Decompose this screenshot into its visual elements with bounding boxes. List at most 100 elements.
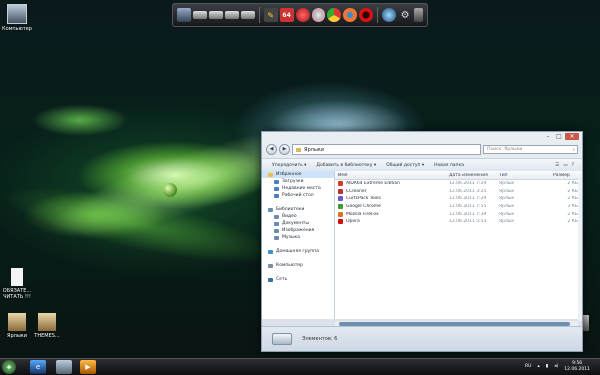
minimize-button[interactable]: – — [543, 133, 553, 140]
nav-item-icon — [274, 235, 279, 240]
monitor-icon[interactable] — [177, 8, 191, 22]
computer-desktop-icon[interactable]: Компьютер — [0, 4, 34, 32]
cd-icon[interactable] — [311, 8, 326, 22]
add-to-library-button[interactable]: Добавить в библиотеку ▾ — [316, 163, 376, 168]
table-row[interactable]: CCleaner 12.06.2011 3:25 Ярлык 2 КБ — [335, 188, 582, 196]
media-player-icon[interactable]: ▶ — [80, 360, 96, 374]
themes-desktop-icon[interactable]: THEMES... — [30, 313, 64, 339]
new-folder-button[interactable]: Новая папка — [434, 163, 464, 168]
nav-item[interactable]: Домашняя группа — [262, 248, 334, 255]
opera-icon[interactable] — [359, 8, 374, 22]
language-indicator[interactable]: RU — [525, 364, 531, 369]
nav-item-icon — [268, 207, 273, 212]
file-type: Ярлык — [499, 219, 515, 225]
nav-item[interactable]: Загрузки — [262, 178, 334, 185]
chrome-icon[interactable] — [327, 8, 342, 22]
tray-arrow-icon[interactable]: ▴ — [537, 364, 539, 369]
folder-icon — [8, 313, 26, 331]
ie-icon[interactable]: e — [30, 360, 46, 374]
file-date: 12.06.2011 7:29 — [449, 196, 487, 202]
maximize-button[interactable]: □ — [554, 133, 564, 140]
column-type[interactable]: Тип — [496, 173, 550, 178]
file-name-cell: Opera — [335, 219, 446, 225]
preview-pane-icon[interactable]: ▭ — [563, 163, 567, 168]
table-row[interactable]: Google Chrome 12.06.2011 7:55 Ярлык 3 КБ — [335, 203, 582, 211]
search-input[interactable]: Поиск: Ярлыки ⌕ — [483, 145, 578, 154]
nav-item[interactable]: Видео — [262, 213, 334, 220]
drive-icon[interactable] — [224, 11, 239, 19]
vertical-scrollbar[interactable] — [578, 179, 582, 321]
forward-button[interactable]: ▶ — [279, 144, 290, 155]
nav-item[interactable]: Музыка — [262, 234, 334, 241]
nav-item[interactable]: Рабочий стол — [262, 192, 334, 199]
clock[interactable]: 9:56 12.06.2011 — [564, 361, 590, 372]
start-button[interactable]: ✦ — [2, 360, 16, 374]
address-row: ◀ ▶ Ярлыки Поиск: Ярлыки ⌕ — [266, 144, 578, 155]
explorer-icon[interactable] — [56, 360, 72, 374]
drive-icon[interactable] — [240, 11, 255, 19]
nav-item[interactable]: Избранное — [262, 171, 334, 178]
column-date[interactable]: Дата изменения — [446, 173, 496, 178]
shortcuts-folder-icon — [272, 333, 292, 345]
nav-item-icon — [268, 277, 273, 282]
nav-item-icon — [274, 179, 279, 184]
desktop-icon-label: THEMES... — [34, 333, 60, 339]
settings-icon[interactable]: ⚙ — [398, 8, 412, 22]
top-dock: ✎ 64 ⚙ — [172, 3, 428, 27]
firefox-icon[interactable] — [343, 8, 358, 22]
table-row[interactable]: CurtsPack Tools 12.06.2011 7:29 Ярлык 2 КБ — [335, 195, 582, 203]
file-type: Ярлык — [499, 211, 515, 217]
table-row[interactable]: Mozilla FireFox 12.06.2011 7:39 Ярлык 2 КБ — [335, 210, 582, 218]
readme-desktop-icon[interactable]: ОБЯЗАТЕ... ЧИТАТЬ !!! — [0, 268, 34, 300]
nav-item[interactable]: Документы — [262, 220, 334, 227]
shortcut-icon — [338, 196, 343, 202]
tools-icon[interactable]: ✎ — [263, 8, 278, 22]
drive-icon[interactable] — [192, 11, 207, 19]
trash-icon[interactable] — [414, 8, 424, 22]
nav-item-label: Видео — [282, 214, 297, 219]
help-icon[interactable]: ? — [572, 163, 574, 168]
shortcut-icon — [338, 181, 343, 187]
nav-item-icon — [274, 193, 279, 198]
shortcuts-desktop-icon[interactable]: Ярлыки — [0, 313, 34, 339]
column-name[interactable]: Имя — [335, 173, 446, 178]
file-list: Имя Дата изменения Тип Размер AIDA64 Ext… — [335, 171, 582, 319]
clock-date: 12.06.2011 — [564, 366, 590, 372]
network-icon[interactable] — [382, 8, 397, 22]
ccleaner-icon[interactable] — [295, 8, 310, 22]
organize-button[interactable]: Упорядочить ▾ — [272, 163, 306, 168]
nav-item[interactable]: Библиотеки — [262, 206, 334, 213]
address-bar[interactable]: Ярлыки — [292, 144, 481, 155]
table-row[interactable]: AIDA64 Extreme Edition 12.06.2011 7:29 Ярл… — [335, 180, 582, 188]
title-bar[interactable]: – □ ✕ — [262, 132, 582, 141]
table-row[interactable]: Opera 12.06.2011 5:53 Ярлык 2 КБ — [335, 218, 582, 226]
close-button[interactable]: ✕ — [565, 133, 579, 140]
nav-item-label: Изображения — [282, 228, 315, 233]
network-tray-icon[interactable]: ▮ — [546, 364, 548, 369]
drive-icon[interactable] — [208, 11, 223, 19]
file-size: 2 КБ — [567, 211, 578, 217]
volume-icon[interactable]: ◂) — [554, 364, 558, 369]
navigation-pane: Избранное Загрузки Недавние места Рабочий с… — [262, 171, 335, 319]
column-size[interactable]: Размер — [550, 173, 581, 178]
back-button[interactable]: ◀ — [266, 144, 277, 155]
view-options-icon[interactable]: ☰ — [555, 163, 559, 168]
file-name: CurtsPack Tools — [346, 196, 381, 202]
file-size: 2 КБ — [567, 219, 578, 225]
nav-item-label: Документы — [282, 221, 309, 226]
share-button[interactable]: Общий доступ ▾ — [386, 163, 424, 168]
file-type: Ярлык — [499, 196, 515, 202]
aida64-icon[interactable]: 64 — [279, 8, 294, 22]
file-size: 2 КБ — [567, 188, 578, 194]
wallpaper-planet — [163, 183, 177, 197]
file-date: 12.06.2011 7:55 — [449, 204, 487, 210]
nav-item[interactable]: Сеть — [262, 276, 334, 283]
nav-item[interactable]: Компьютер — [262, 262, 334, 269]
desktop-icon-label: Компьютер — [2, 26, 32, 32]
file-name: AIDA64 Extreme Edition — [346, 181, 400, 187]
nav-item[interactable]: Изображения — [262, 227, 334, 234]
nav-item[interactable]: Недавние места — [262, 185, 334, 192]
folder-icon — [296, 147, 301, 152]
